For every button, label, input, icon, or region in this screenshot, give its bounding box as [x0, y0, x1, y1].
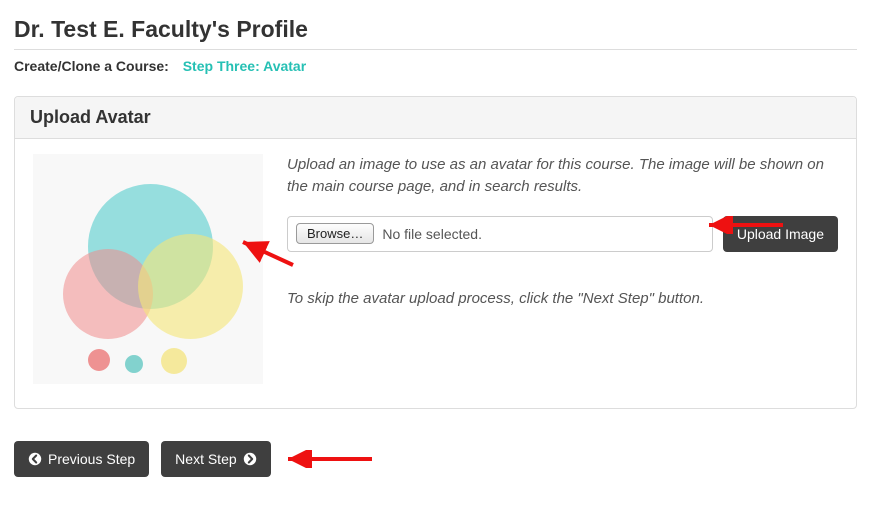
avatar-preview: [33, 154, 263, 384]
skip-instruction: To skip the avatar upload process, click…: [287, 290, 838, 307]
panel-heading: Upload Avatar: [15, 97, 856, 139]
avatar-placeholder-icon: [125, 355, 143, 373]
avatar-placeholder-icon: [138, 234, 243, 339]
file-status: No file selected.: [382, 226, 482, 242]
breadcrumb-step: Step Three: Avatar: [183, 58, 306, 74]
next-step-label: Next Step: [175, 451, 236, 467]
page-title: Dr. Test E. Faculty's Profile: [14, 16, 857, 43]
instruction-text: Upload an image to use as an avatar for …: [287, 154, 838, 198]
breadcrumb: Create/Clone a Course: Step Three: Avata…: [14, 58, 857, 74]
upload-avatar-panel: Upload Avatar Upload an image to use as …: [14, 96, 857, 409]
avatar-placeholder-icon: [161, 348, 187, 374]
upload-controls: Upload an image to use as an avatar for …: [263, 154, 838, 307]
breadcrumb-label: Create/Clone a Course:: [14, 58, 169, 74]
divider: [14, 49, 857, 50]
chevron-left-icon: [28, 452, 42, 466]
next-step-button[interactable]: Next Step: [161, 441, 270, 477]
upload-image-button[interactable]: Upload Image: [723, 216, 838, 252]
previous-step-button[interactable]: Previous Step: [14, 441, 149, 477]
panel-body: Upload an image to use as an avatar for …: [15, 139, 856, 408]
browse-button[interactable]: Browse…: [296, 223, 374, 244]
chevron-right-icon: [243, 452, 257, 466]
file-input[interactable]: Browse… No file selected.: [287, 216, 713, 252]
upload-image-label: Upload Image: [737, 226, 824, 242]
annotation-arrow-icon: [284, 450, 374, 468]
wizard-nav: Previous Step Next Step: [14, 441, 857, 477]
previous-step-label: Previous Step: [48, 451, 135, 467]
file-row: Browse… No file selected. Upload Image: [287, 216, 838, 252]
avatar-placeholder-icon: [88, 349, 110, 371]
